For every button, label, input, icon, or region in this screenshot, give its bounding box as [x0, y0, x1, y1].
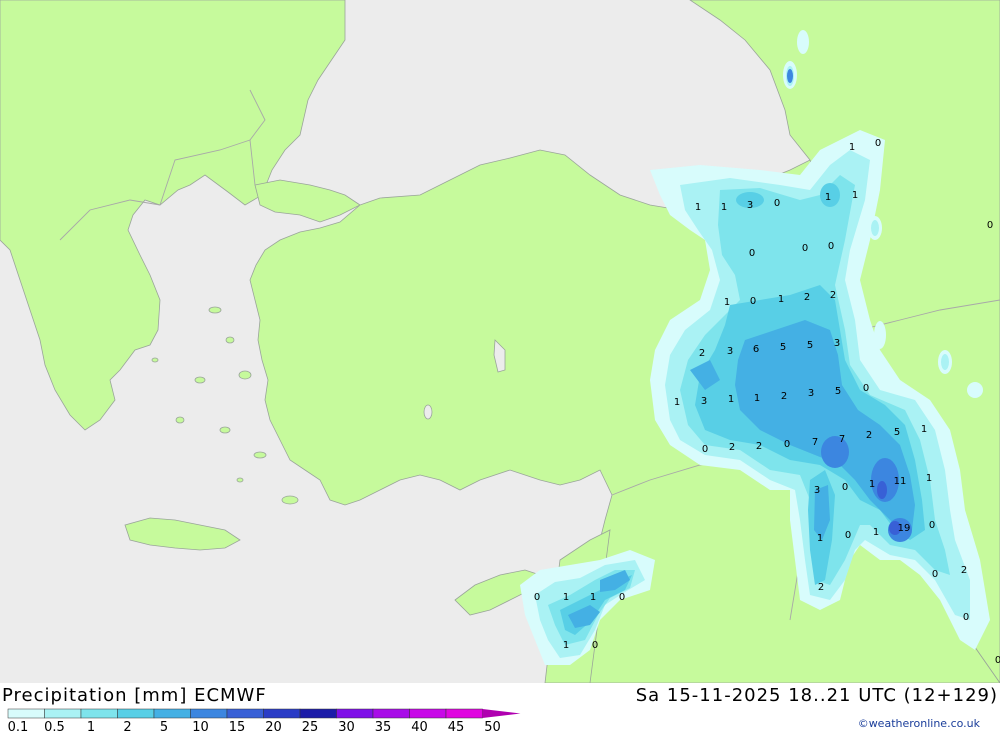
- precip-value-label: 3: [727, 346, 733, 357]
- precip-value-label: 0: [828, 241, 834, 252]
- precip-value-label: 6: [753, 344, 759, 355]
- legend-label: 45: [448, 720, 465, 733]
- precip-value-label: 7: [812, 437, 818, 448]
- precip-value-label: 1: [849, 142, 855, 153]
- map-title: Precipitation [mm] ECMWF: [2, 685, 267, 706]
- legend-label: 50: [484, 720, 501, 733]
- precip-value-label: 1: [869, 479, 875, 490]
- precip-value-label: 1: [695, 202, 701, 213]
- legend-swatch: [117, 708, 155, 719]
- precip-value-label: 1: [754, 393, 760, 404]
- legend-swatch: [263, 708, 301, 719]
- precip-value-label: 0: [802, 243, 808, 254]
- legend-swatch: [7, 708, 45, 719]
- legend-swatch: [299, 708, 337, 719]
- footer: Precipitation [mm] ECMWF Sa 15-11-2025 1…: [0, 683, 1000, 733]
- precip-value-label: 1: [590, 592, 596, 603]
- precip-value-label: 0: [963, 612, 969, 623]
- precip-value-label: 3: [834, 338, 840, 349]
- precip-value-label: 19: [898, 523, 911, 534]
- precip-value-label: 5: [807, 340, 813, 351]
- precip-value-label: 2: [781, 391, 787, 402]
- precip-value-label: 0: [592, 640, 598, 651]
- precip-value-label: 0: [774, 198, 780, 209]
- legend-arrow: [482, 709, 521, 718]
- precip-value-label: 0: [932, 569, 938, 580]
- precip-value-label: 11: [894, 476, 907, 487]
- precip-value-label: 0: [842, 482, 848, 493]
- precip-value-label: 0: [702, 444, 708, 455]
- precip-legend: 0.1 0.5 1 2 5 10 15 20 25 30 35 40 45 50: [7, 708, 521, 733]
- precip-value-label: 0: [784, 439, 790, 450]
- precip-value-label: 0: [995, 655, 1000, 666]
- precip-value-label: 5: [780, 342, 786, 353]
- legend-label: 40: [411, 720, 428, 733]
- credit-link[interactable]: ©weatheronline.co.uk: [858, 717, 980, 730]
- precip-value-label: 1: [674, 397, 680, 408]
- legend-label: 0.5: [44, 720, 65, 733]
- precip-value-label: 1: [721, 202, 727, 213]
- precip-value-label: 1: [563, 640, 569, 651]
- legend-swatch: [190, 708, 228, 719]
- precip-value-label: 1: [563, 592, 569, 603]
- precip-value-label: 2: [804, 292, 810, 303]
- precip-value-label: 0: [750, 296, 756, 307]
- precip-value-label: 5: [894, 427, 900, 438]
- legend-label: 0.1: [8, 720, 29, 733]
- legend-label: 1: [87, 720, 95, 733]
- precip-value-label: 1: [825, 192, 831, 203]
- legend-swatch: [153, 708, 191, 719]
- legend-label: 2: [123, 720, 131, 733]
- precip-value-label: 2: [729, 442, 735, 453]
- precip-value-label: 1: [873, 527, 879, 538]
- precip-value-label: 0: [987, 220, 993, 231]
- precipitation-map: 1 01 1 3 01 100 0 01 0 1 2 22 3 6 5 5 31 3 1 1 2 3 5 00 2 2 0 7 7 2 5 1…: [0, 0, 1000, 683]
- legend-swatch: [336, 708, 374, 719]
- precip-value-label: 3: [808, 388, 814, 399]
- precip-value-label: 3: [814, 485, 820, 496]
- legend-swatch: [409, 708, 447, 719]
- legend-label: 15: [229, 720, 246, 733]
- precip-value-label: 0: [929, 520, 935, 531]
- precip-value-label: 0: [845, 530, 851, 541]
- precip-value-label: 1: [926, 473, 932, 484]
- legend-label: 25: [302, 720, 319, 733]
- legend-label: 5: [160, 720, 168, 733]
- precip-value-label: 2: [818, 582, 824, 593]
- precip-value-label: 2: [756, 441, 762, 452]
- precip-value-label: 2: [699, 348, 705, 359]
- precip-value-label: 2: [961, 565, 967, 576]
- precip-value-label: 1: [817, 533, 823, 544]
- precip-value-label: 0: [534, 592, 540, 603]
- precip-value-label: 1: [728, 394, 734, 405]
- precip-value-label: 7: [839, 434, 845, 445]
- precip-value-label: 1: [921, 424, 927, 435]
- precip-value-label: 0: [749, 248, 755, 259]
- legend-swatch: [226, 708, 264, 719]
- precip-value-label: 0: [875, 138, 881, 149]
- validity-time: Sa 15-11-2025 18..21 UTC (12+129): [635, 685, 998, 706]
- precip-value-label: 1: [778, 294, 784, 305]
- precip-value-label: 3: [747, 200, 753, 211]
- legend-swatch: [80, 708, 118, 719]
- legend-label: 10: [192, 720, 209, 733]
- legend-label: 35: [375, 720, 392, 733]
- legend-label: 20: [265, 720, 282, 733]
- legend-swatch: [44, 708, 82, 719]
- precip-value-label: 1: [852, 190, 858, 201]
- precip-value-label: 0: [863, 383, 869, 394]
- precip-value-label: 5: [835, 386, 841, 397]
- legend-swatch: [372, 708, 410, 719]
- precip-value-label: 3: [701, 396, 707, 407]
- precip-value-label: 2: [866, 430, 872, 441]
- legend-label: 30: [338, 720, 355, 733]
- precip-value-label: 2: [830, 290, 836, 301]
- precip-value-label: 0: [619, 592, 625, 603]
- legend-swatch: [445, 708, 483, 719]
- precip-value-label: 1: [724, 297, 730, 308]
